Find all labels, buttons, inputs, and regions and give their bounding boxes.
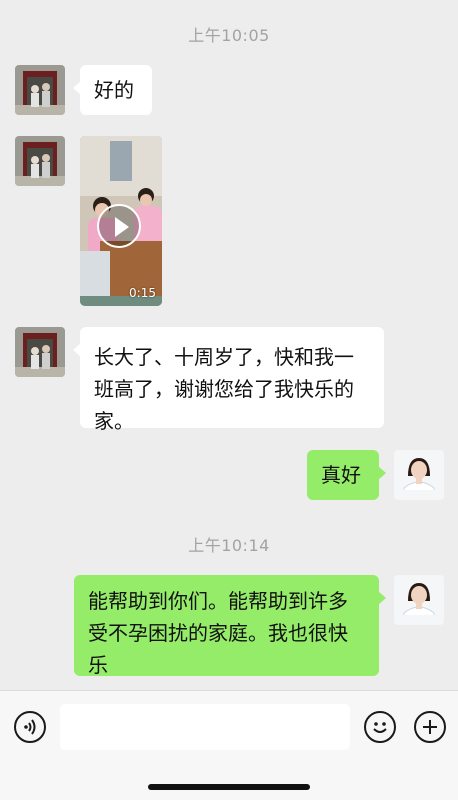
contact-avatar[interactable]	[15, 136, 65, 186]
my-avatar[interactable]	[394, 450, 444, 500]
message-text: 好的	[94, 78, 134, 102]
message-bubble[interactable]: 真好	[307, 450, 386, 500]
my-avatar[interactable]	[394, 575, 444, 625]
message-text: 长大了、十周岁了，快和我一班高了，谢谢您给了我快乐的家。	[94, 345, 354, 433]
chat-area[interactable]: 上午10:05 好的 0:15 长大了、十周岁了，快和我一班高了，谢谢您给了我快…	[0, 0, 458, 690]
plus-icon[interactable]	[414, 711, 446, 743]
emoji-icon[interactable]	[364, 711, 396, 743]
message-bubble[interactable]: 能帮助到你们。能帮助到许多受不孕困扰的家庭。我也很快乐	[74, 575, 386, 677]
home-indicator	[148, 784, 310, 790]
timestamp: 上午10:14	[188, 536, 270, 555]
message-text: 真好	[321, 463, 361, 487]
contact-avatar[interactable]	[15, 65, 65, 115]
voice-icon[interactable]	[14, 711, 46, 743]
input-bar	[0, 690, 458, 800]
message-bubble[interactable]: 长大了、十周岁了，快和我一班高了，谢谢您给了我快乐的家。	[73, 327, 384, 433]
contact-avatar[interactable]	[15, 327, 65, 377]
message-text: 能帮助到你们。能帮助到许多受不孕困扰的家庭。我也很快乐	[88, 589, 348, 677]
play-icon[interactable]	[97, 204, 141, 248]
message-input[interactable]	[60, 704, 350, 750]
message-bubble[interactable]: 好的	[73, 65, 152, 115]
video-message[interactable]: 0:15	[80, 136, 162, 306]
timestamp: 上午10:05	[188, 26, 270, 45]
video-duration: 0:15	[129, 286, 156, 300]
